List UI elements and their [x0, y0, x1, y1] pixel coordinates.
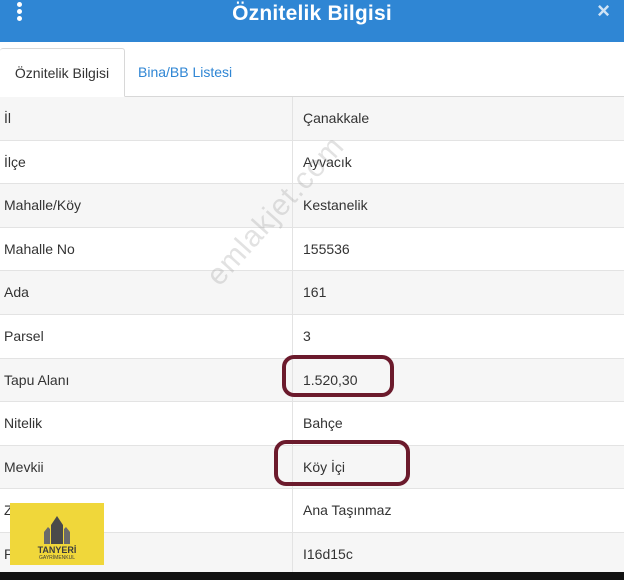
attribute-key: Nitelik: [4, 415, 43, 432]
attribute-value: Ana Taşınmaz: [303, 502, 392, 519]
attribute-value: 3: [303, 327, 311, 344]
bottom-edge: [0, 572, 624, 580]
building-icon: [44, 516, 70, 544]
attribute-key: Parsel: [4, 327, 44, 344]
attribute-value: 161: [303, 284, 327, 301]
attribute-value: Bahçe: [303, 415, 343, 432]
attribute-key: Mevkii: [4, 458, 44, 475]
logo-name: TANYERİ: [37, 545, 77, 555]
attribute-value: I16d15c: [303, 545, 353, 562]
close-icon[interactable]: ×: [597, 0, 610, 22]
attribute-key: Ada: [4, 284, 29, 301]
agency-logo: TANYERİ GAYRİMENKUL: [10, 503, 104, 565]
attribute-key: Mahalle/Köy: [4, 197, 82, 214]
table-row: Ada 161: [0, 271, 624, 315]
window-title: Öznitelik Bilgisi: [232, 2, 392, 25]
annotation-circle-area: [282, 355, 394, 397]
tab-attribute-info[interactable]: Öznitelik Bilgisi: [0, 48, 125, 97]
menu-dots-icon[interactable]: [14, 0, 24, 22]
attribute-key: Tapu Alanı: [4, 371, 70, 388]
annotation-circle-location: [274, 440, 410, 486]
attribute-value: 155536: [303, 240, 350, 257]
attribute-key: İl: [4, 110, 11, 126]
table-row: Parsel 3: [0, 314, 624, 359]
tab-building-list[interactable]: Bina/BB Listesi: [128, 48, 242, 97]
logo-subtitle: GAYRİMENKUL: [38, 555, 76, 561]
window-titlebar: Öznitelik Bilgisi ×: [0, 0, 624, 42]
table-row: İl Çanakkale: [0, 97, 624, 141]
attribute-key: Mahalle No: [4, 240, 75, 257]
attribute-key: İlçe: [4, 153, 26, 170]
table-row: Mahalle No 155536: [0, 227, 624, 272]
tab-bar: Öznitelik Bilgisi Bina/BB Listesi: [0, 42, 624, 97]
attribute-value: Çanakkale: [303, 110, 370, 126]
